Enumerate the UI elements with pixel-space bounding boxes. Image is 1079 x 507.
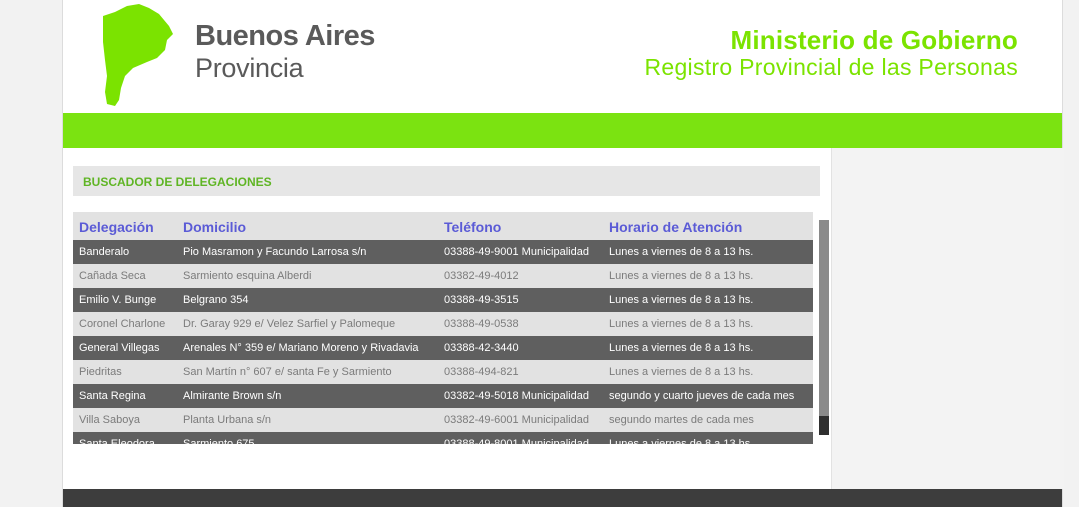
site-footer [63,489,1062,507]
cell-telefono: 03382-49-4012 [444,270,519,282]
cell-telefono: 03388-49-0538 [444,318,519,330]
table-row: Banderalo Pio Masramon y Facundo Larrosa… [73,240,813,264]
cell-telefono: 03388-42-3440 [444,342,519,354]
table-row: Piedritas San Martín n° 607 e/ santa Fe … [73,360,813,384]
cell-domicilio: Sarmiento 675 [183,438,255,444]
table-row: Cañada Seca Sarmiento esquina Alberdi 03… [73,264,813,288]
cell-horario: Lunes a viernes de 8 a 13 hs. [609,270,754,282]
cell-horario: Lunes a viernes de 8 a 13 hs. [609,438,754,444]
cell-horario: Lunes a viernes de 8 a 13 hs. [609,318,754,330]
column-header-horario[interactable]: Horario de Atención [603,212,813,240]
column-header-domicilio[interactable]: Domicilio [177,212,438,240]
table-row: Coronel Charlone Dr. Garay 929 e/ Velez … [73,312,813,336]
cell-delegacion: Santa Eleodora [79,438,155,444]
cell-horario: segundo martes de cada mes [609,414,754,426]
delegations-table: Delegación Domicilio Teléfono Horario de… [73,212,813,444]
cell-domicilio: Belgrano 354 [183,294,249,306]
cell-delegacion: General Villegas [79,342,160,354]
cell-telefono: 03388-49-8001 Municipalidad [444,438,589,444]
scrollbar-end [819,416,829,435]
cell-domicilio: Sarmiento esquina Alberdi [183,270,312,282]
cell-telefono: 03388-49-9001 Municipalidad [444,246,589,258]
column-header-delegacion[interactable]: Delegación [73,212,177,240]
cell-delegacion: Banderalo [79,246,130,258]
page: Buenos Aires Provincia Ministerio de Gob… [62,0,1064,507]
cell-delegacion: Coronel Charlone [79,318,166,330]
cell-horario: Lunes a viernes de 8 a 13 hs. [609,294,754,306]
ministry-title: Ministerio de Gobierno [730,25,1018,55]
right-side-panel [831,148,1064,489]
cell-telefono: 03382-49-6001 Municipalidad [444,414,589,426]
cell-domicilio: Planta Urbana s/n [183,414,272,426]
cell-delegacion: Emilio V. Bunge [79,294,157,306]
cell-horario: segundo y cuarto jueves de cada mes [609,390,795,402]
cell-delegacion: Santa Regina [79,390,146,402]
table-row: Emilio V. Bunge Belgrano 354 03388-49-35… [73,288,813,312]
table-row: Santa Eleodora Sarmiento 675 03388-49-80… [73,432,813,444]
cell-delegacion: Piedritas [79,366,122,378]
cell-horario: Lunes a viernes de 8 a 13 hs. [609,342,754,354]
cell-telefono: 03382-49-5018 Municipalidad [444,390,589,402]
delegations-table-viewport[interactable]: Delegación Domicilio Teléfono Horario de… [73,212,813,444]
section-heading: BUSCADOR DE DELEGACIONES [73,166,820,196]
cell-domicilio: Dr. Garay 929 e/ Velez Sarfiel y Palomeq… [183,318,396,330]
ministry-subtitle: Registro Provincial de las Personas [644,54,1018,80]
cell-telefono: 03388-494-821 [444,366,519,378]
column-header-telefono[interactable]: Teléfono [438,212,603,240]
table-row: Santa Regina Almirante Brown s/n 03382-4… [73,384,813,408]
cell-horario: Lunes a viernes de 8 a 13 hs. [609,366,754,378]
cell-delegacion: Villa Saboya [79,414,140,426]
table-header-row: Delegación Domicilio Teléfono Horario de… [73,212,813,240]
table-row: Villa Saboya Planta Urbana s/n 03382-49-… [73,408,813,432]
province-map-icon [103,4,173,106]
green-nav-bar [63,113,1062,148]
scrollbar-thumb[interactable] [819,220,829,416]
cell-domicilio: Arenales N° 359 e/ Mariano Moreno y Riva… [183,342,419,354]
cell-delegacion: Cañada Seca [79,270,146,282]
table-scrollbar[interactable] [819,220,829,435]
brand-name-line2: Provincia [195,53,304,83]
cell-domicilio: Pio Masramon y Facundo Larrosa s/n [183,246,367,258]
table-row: General Villegas Arenales N° 359 e/ Mari… [73,336,813,360]
cell-domicilio: San Martín n° 607 e/ santa Fe y Sarmient… [183,366,392,378]
brand-name-line1: Buenos Aires [195,20,375,52]
site-header: Buenos Aires Provincia Ministerio de Gob… [63,0,1062,113]
cell-domicilio: Almirante Brown s/n [183,390,282,402]
cell-telefono: 03388-49-3515 [444,294,519,306]
cell-horario: Lunes a viernes de 8 a 13 hs. [609,246,754,258]
